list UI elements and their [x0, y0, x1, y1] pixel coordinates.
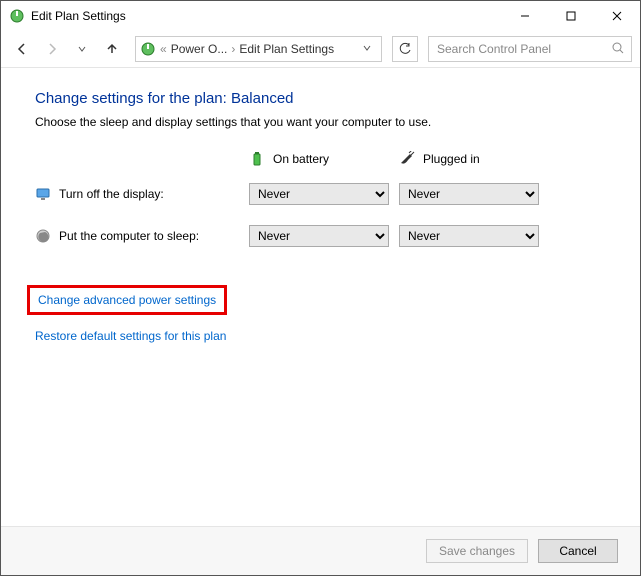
recent-dropdown[interactable]	[69, 36, 95, 62]
link-restore-defaults[interactable]: Restore default settings for this plan	[35, 329, 226, 343]
save-button[interactable]: Save changes	[426, 539, 528, 563]
display-plugged-in-select[interactable]: Never	[399, 183, 539, 205]
window-title: Edit Plan Settings	[31, 9, 126, 23]
back-button[interactable]	[9, 36, 35, 62]
sleep-plugged-in-select[interactable]: Never	[399, 225, 539, 247]
nav-toolbar: « Power O... › Edit Plan Settings	[1, 31, 640, 67]
search-box[interactable]	[428, 36, 632, 62]
column-headers: On battery Plugged in	[35, 151, 606, 167]
search-input[interactable]	[435, 41, 611, 57]
row-sleep-label: Put the computer to sleep:	[59, 229, 199, 243]
sleep-on-battery-select[interactable]: Never	[249, 225, 389, 247]
chevron-right-icon: ›	[231, 42, 235, 56]
refresh-button[interactable]	[392, 36, 418, 62]
minimize-button[interactable]	[502, 1, 548, 31]
window-buttons	[502, 1, 640, 31]
col-battery-label: On battery	[273, 152, 329, 166]
cancel-button[interactable]: Cancel	[538, 539, 618, 563]
power-options-icon	[9, 8, 25, 24]
page-heading: Change settings for the plan: Balanced	[35, 90, 606, 107]
display-on-battery-select[interactable]: Never	[249, 183, 389, 205]
plug-icon	[399, 151, 415, 167]
battery-icon	[249, 151, 265, 167]
sleep-icon	[35, 228, 51, 244]
address-bar[interactable]: « Power O... › Edit Plan Settings	[135, 36, 382, 62]
window: Edit Plan Settings « Power O... › Edit P…	[0, 0, 641, 576]
col-plugged-in: Plugged in	[399, 151, 549, 167]
link-advanced-settings[interactable]: Change advanced power settings	[38, 293, 216, 307]
row-sleep: Put the computer to sleep: Never Never	[35, 225, 606, 247]
highlight-annotation: Change advanced power settings	[27, 285, 227, 315]
power-options-icon	[140, 41, 156, 57]
row-display: Turn off the display: Never Never	[35, 183, 606, 205]
chevron-down-icon[interactable]	[357, 42, 377, 56]
forward-button[interactable]	[39, 36, 65, 62]
page-subtext: Choose the sleep and display settings th…	[35, 115, 606, 129]
titlebar: Edit Plan Settings	[1, 1, 640, 31]
breadcrumb-seg2[interactable]: Edit Plan Settings	[239, 42, 334, 56]
close-button[interactable]	[594, 1, 640, 31]
col-plugged-label: Plugged in	[423, 152, 480, 166]
footer-bar: Save changes Cancel	[1, 526, 640, 575]
breadcrumb-prefix: «	[160, 42, 167, 56]
display-icon	[35, 186, 51, 202]
search-icon	[611, 41, 625, 58]
breadcrumb-seg1[interactable]: Power O...	[171, 42, 228, 56]
row-display-label: Turn off the display:	[59, 187, 164, 201]
content-area: Change settings for the plan: Balanced C…	[1, 68, 640, 343]
col-on-battery: On battery	[249, 151, 399, 167]
maximize-button[interactable]	[548, 1, 594, 31]
up-button[interactable]	[99, 36, 125, 62]
